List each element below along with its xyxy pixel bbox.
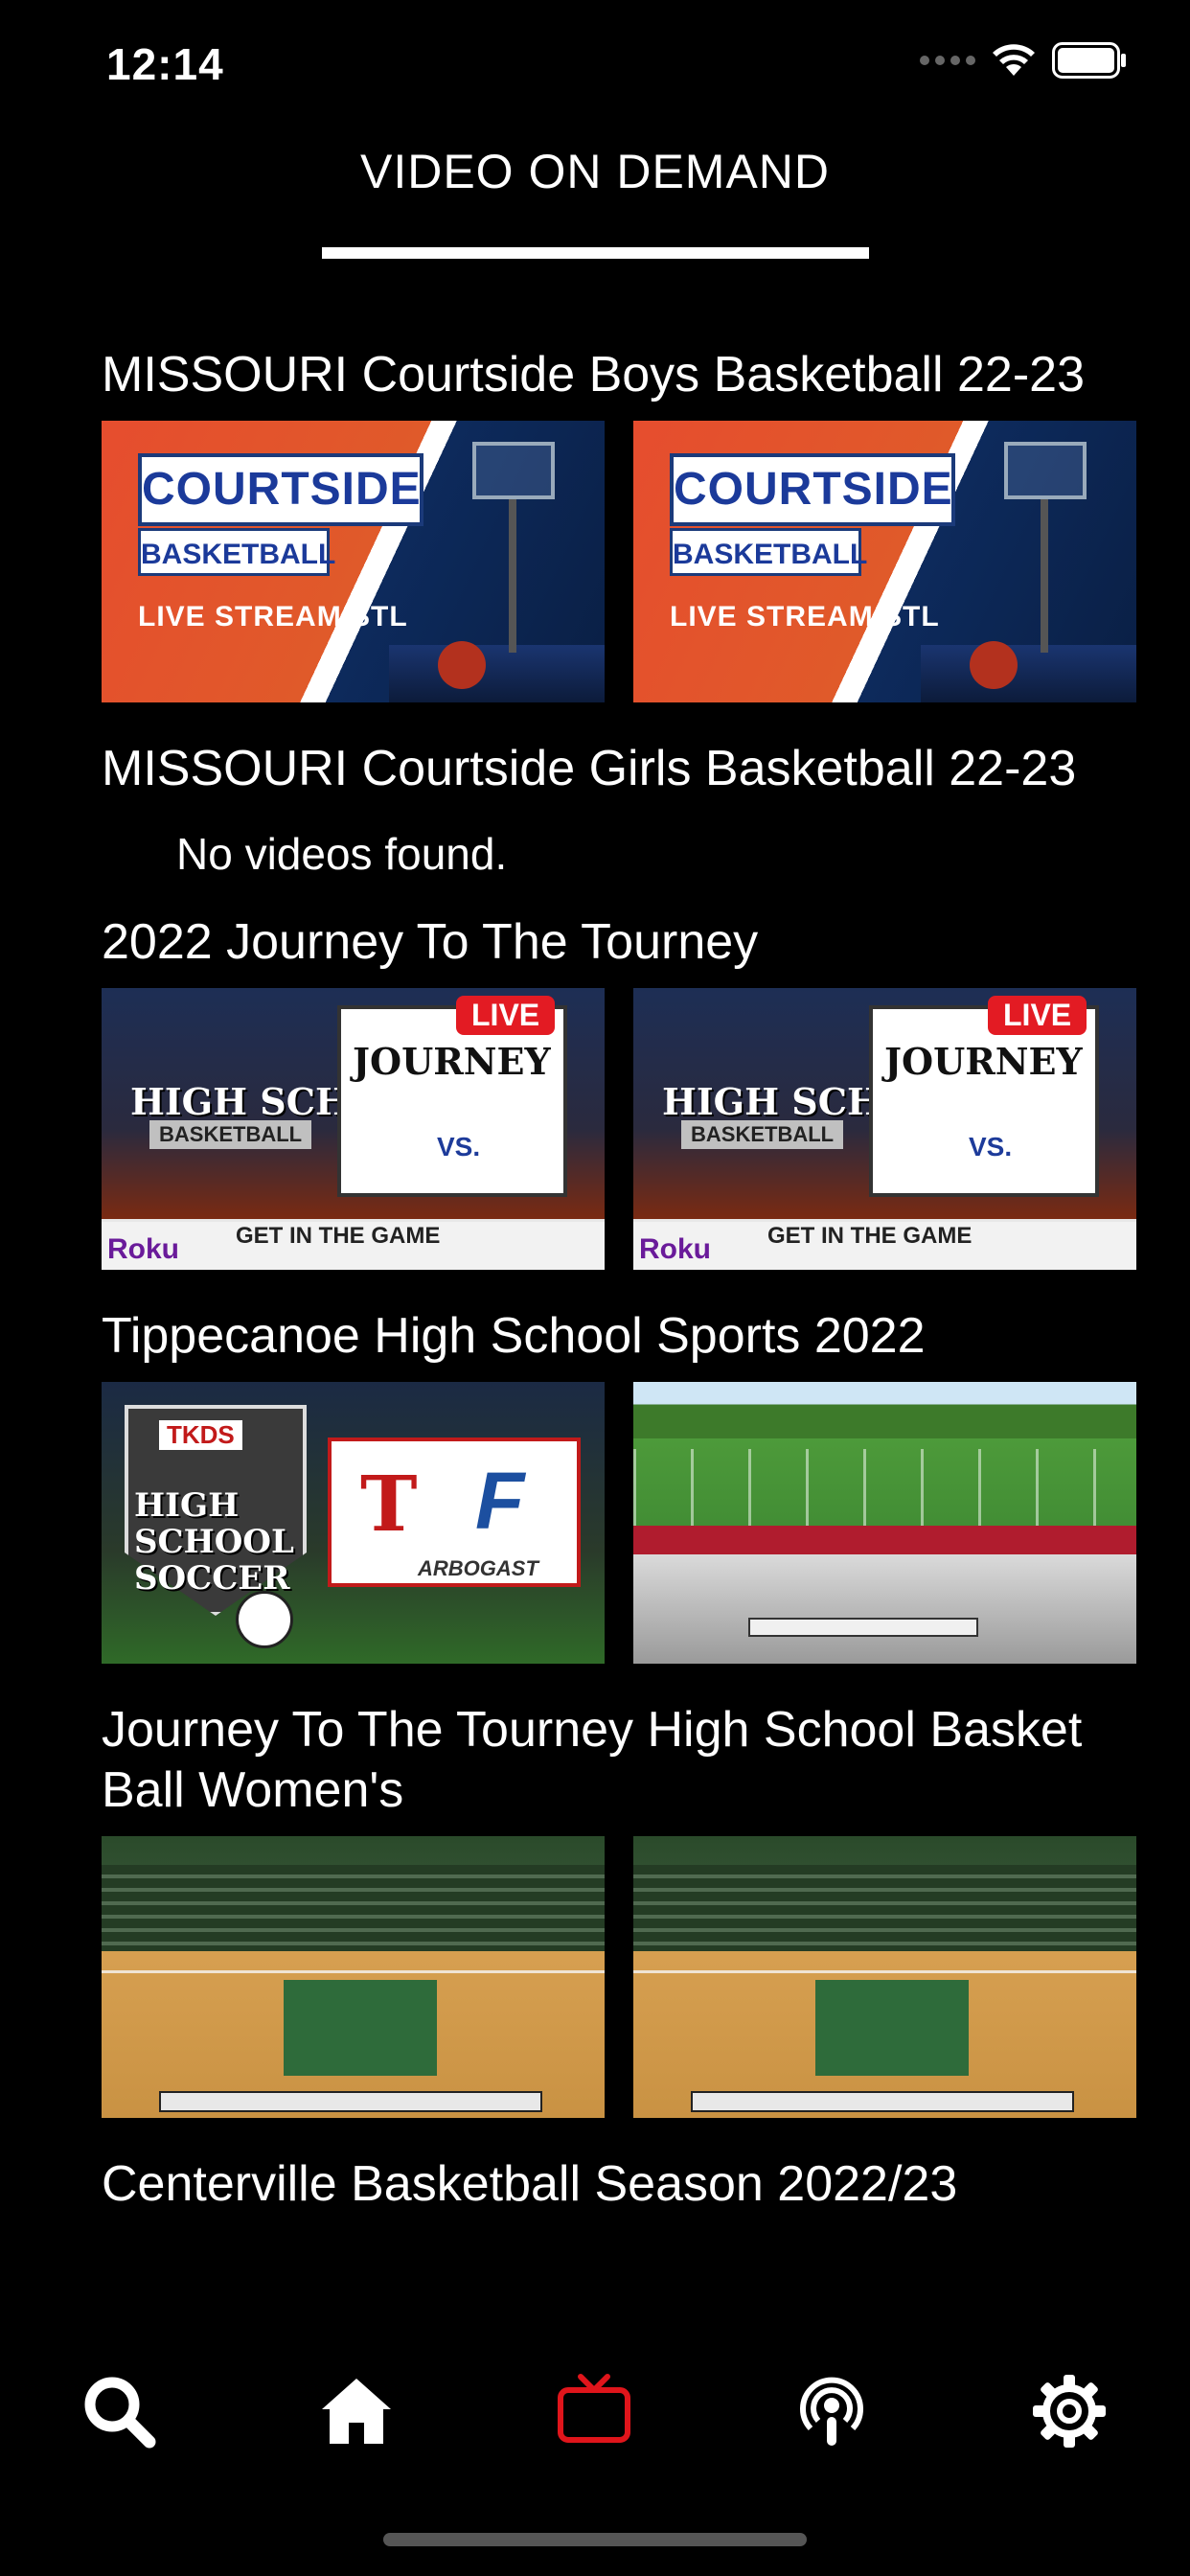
thumb-footer-text: LIVE STREAM STL — [670, 601, 940, 632]
roku-logo: Roku — [639, 1233, 711, 1265]
thumb-logo-text: COURTSIDE — [670, 453, 955, 526]
section-title: Centerville Basketball Season 2022/23 — [102, 2156, 958, 2212]
thumb-text: BASKETBALL — [681, 1120, 844, 1149]
video-thumbnail[interactable]: COURTSIDE BASKETBALL LIVE STREAM STL — [102, 421, 605, 702]
thumb-logo-text: COURTSIDE — [138, 453, 423, 526]
tv-icon — [558, 2374, 630, 2443]
thumb-text: VS. — [437, 1132, 481, 1162]
tab-search[interactable] — [79, 2371, 159, 2451]
video-thumbnail[interactable]: HIGH SCHOOL BASKETBALL LIVE JOURNEY VS. … — [102, 988, 605, 1270]
section-title: Tippecanoe High School Sports 2022 — [102, 1308, 926, 1364]
wifi-icon — [993, 44, 1035, 76]
home-icon — [322, 2379, 391, 2444]
thumb-text: HIGH SCHOOL SOCCER — [134, 1486, 294, 1598]
search-icon — [84, 2377, 156, 2449]
header: VIDEO ON DEMAND — [0, 144, 1190, 199]
page-title: VIDEO ON DEMAND — [359, 145, 831, 198]
video-row: HIGH SCHOOL BASKETBALL LIVE JOURNEY VS. … — [102, 988, 1190, 1270]
thumb-logo-subtext: BASKETBALL — [138, 528, 335, 576]
video-thumbnail[interactable]: COURTSIDE BASKETBALL LIVE STREAM STL — [633, 421, 1136, 702]
section-title: 2022 Journey To The Tourney — [102, 914, 759, 970]
home-indicator[interactable] — [383, 2533, 807, 2546]
section-title: MISSOURI Courtside Girls Basketball 22-2… — [102, 741, 1077, 796]
tab-podcasts[interactable] — [791, 2371, 872, 2451]
thumb-text: ARBOGAST — [418, 1556, 538, 1580]
video-row: TKDS HIGH SCHOOL SOCCER T F ARBOGAST — [102, 1382, 1190, 1664]
video-thumbnail[interactable]: TKDS HIGH SCHOOL SOCCER T F ARBOGAST — [102, 1382, 605, 1664]
title-underline — [322, 247, 869, 259]
status-icons — [920, 42, 1127, 79]
roku-logo: Roku — [107, 1233, 179, 1265]
video-thumbnail[interactable] — [633, 1836, 1136, 2118]
thumb-footer-text: LIVE STREAM STL — [138, 601, 408, 632]
video-row: COURTSIDE BASKETBALL LIVE STREAM STL COU… — [102, 421, 1190, 702]
live-badge: LIVE — [456, 996, 556, 1035]
video-row — [102, 1836, 1190, 2118]
thumb-text: JOURNEY — [884, 1040, 1083, 1083]
video-sections: MISSOURI Courtside Boys Basketball 22-23… — [102, 345, 1190, 2215]
section-title: MISSOURI Courtside Boys Basketball 22-23 — [102, 347, 1085, 402]
status-bar: 12:14 — [0, 0, 1190, 125]
section-title: Journey To The Tourney High School Baske… — [102, 1702, 1083, 1818]
gear-icon — [1033, 2375, 1106, 2448]
live-badge: LIVE — [988, 996, 1087, 1035]
thumb-text: JOURNEY — [353, 1040, 551, 1083]
thumb-text: VS. — [969, 1132, 1013, 1162]
video-thumbnail[interactable] — [633, 1382, 1136, 1664]
battery-icon — [1052, 42, 1126, 79]
thumb-text: TKDS — [159, 1420, 242, 1450]
tab-videos[interactable] — [554, 2371, 634, 2451]
signal-icon — [920, 56, 975, 65]
thumb-text: T — [360, 1459, 418, 1549]
tab-home[interactable] — [316, 2371, 397, 2451]
thumb-text: F — [475, 1456, 525, 1546]
video-thumbnail[interactable]: HIGH SCHOOL BASKETBALL LIVE JOURNEY VS. … — [633, 988, 1136, 1270]
tab-settings[interactable] — [1029, 2371, 1110, 2451]
video-thumbnail[interactable] — [102, 1836, 605, 2118]
thumb-text: BASKETBALL — [149, 1120, 312, 1149]
empty-message: No videos found. — [176, 829, 508, 879]
podcast-icon — [800, 2377, 863, 2446]
status-time: 12:14 — [106, 39, 224, 89]
tab-bar — [0, 2338, 1190, 2472]
thumb-logo-subtext: BASKETBALL — [670, 528, 867, 576]
